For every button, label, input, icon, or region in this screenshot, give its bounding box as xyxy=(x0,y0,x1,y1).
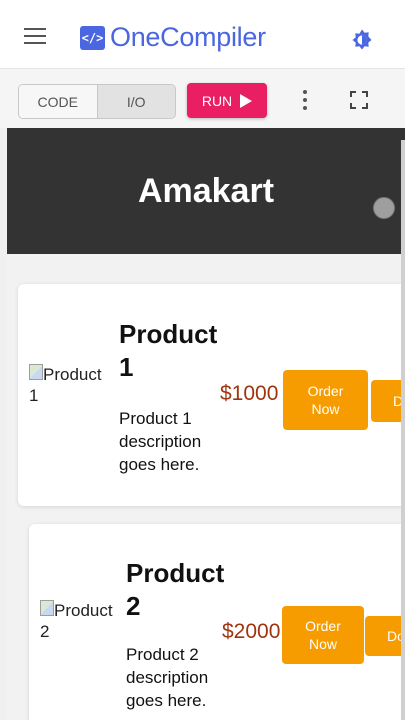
image-alt-text: Product xyxy=(43,365,102,384)
description-line: goes here. xyxy=(126,691,207,710)
product-description: Product 2 description goes here. xyxy=(126,643,208,712)
product-card: Product 1 Product 1 Product 1 descriptio… xyxy=(18,284,405,506)
product-name: Product 2 xyxy=(126,557,224,623)
order-button-label: Order xyxy=(305,618,341,634)
theme-toggle-icon[interactable] xyxy=(350,28,374,52)
more-vertical-icon[interactable] xyxy=(298,89,312,111)
image-alt-text: 2 xyxy=(40,622,50,641)
product-price: $2000 xyxy=(222,620,281,643)
details-button[interactable]: D xyxy=(371,380,405,422)
product-name-line: Product xyxy=(126,558,225,588)
scroll-indicator[interactable] xyxy=(373,197,395,219)
description-line: goes here. xyxy=(119,455,200,474)
app-title: OneCompiler xyxy=(110,22,266,52)
page-scrollbar[interactable] xyxy=(401,140,405,720)
order-button-label: Order xyxy=(307,383,344,399)
editor-toolbar: CODE I/O RUN xyxy=(0,69,405,128)
description-line: Product 1 xyxy=(119,409,192,428)
run-button[interactable]: RUN xyxy=(187,83,267,118)
site-title: Amakart xyxy=(137,171,275,210)
order-button-label: Now xyxy=(308,636,337,652)
broken-image-icon xyxy=(29,364,43,380)
product-card: Product 2 Product 2 Product 2 descriptio… xyxy=(29,524,405,720)
product-image-broken: Product 2 xyxy=(40,600,113,642)
onecompiler-logo-icon: </> xyxy=(80,26,105,50)
image-alt-text: 1 xyxy=(29,386,39,405)
hamburger-menu-icon[interactable] xyxy=(24,28,46,44)
output-preview: Amakart Product 1 Product 1 Product 1 de… xyxy=(7,128,405,720)
description-line: description xyxy=(119,432,202,451)
view-switcher: CODE I/O xyxy=(18,84,176,119)
fullscreen-icon[interactable] xyxy=(350,91,368,109)
product-name-line: 1 xyxy=(119,352,134,382)
product-image-broken: Product 1 xyxy=(29,364,102,406)
product-name-line: Product xyxy=(119,319,218,349)
site-header: Amakart xyxy=(7,128,405,254)
description-line: Product 2 xyxy=(126,645,199,664)
play-icon xyxy=(240,93,253,108)
image-alt-text: Product xyxy=(54,601,113,620)
order-now-button[interactable]: Order Now xyxy=(282,606,364,664)
details-button[interactable]: Do xyxy=(365,616,405,656)
order-now-button[interactable]: Order Now xyxy=(283,370,368,430)
description-line: description xyxy=(126,668,209,687)
tab-code[interactable]: CODE xyxy=(19,85,98,118)
product-description: Product 1 description goes here. xyxy=(119,407,201,476)
run-button-label: RUN xyxy=(201,92,233,109)
product-name-line: 2 xyxy=(126,591,141,621)
product-price: $1000 xyxy=(220,382,279,405)
broken-image-icon xyxy=(40,600,54,616)
top-app-bar: </> OneCompiler xyxy=(0,0,405,69)
tab-io[interactable]: I/O xyxy=(97,85,175,118)
product-name: Product 1 xyxy=(119,318,217,384)
order-button-label: Now xyxy=(311,401,340,417)
